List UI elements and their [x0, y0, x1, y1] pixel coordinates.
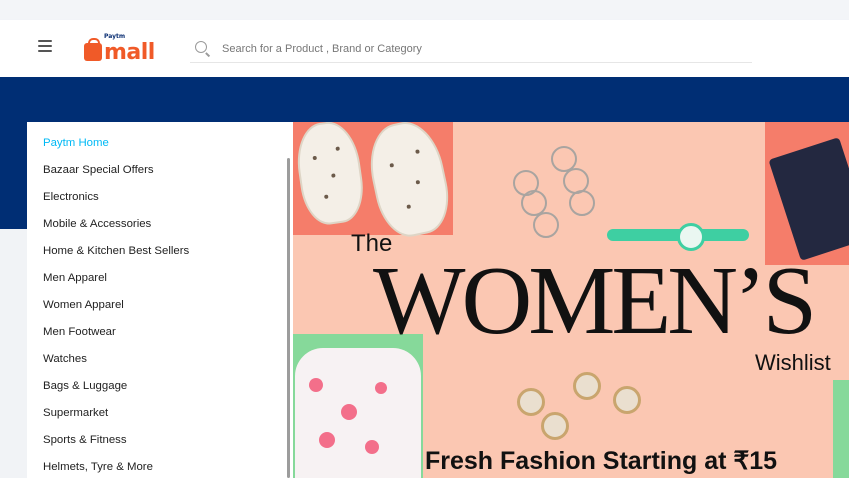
search-bar — [190, 34, 752, 63]
hamburger-menu-icon[interactable] — [38, 40, 52, 52]
menu-item-men-apparel[interactable]: Men Apparel — [43, 272, 107, 284]
site-header: mall Paytm — [0, 20, 849, 77]
logo-text: mall — [104, 40, 155, 65]
menu-item-women-apparel[interactable]: Women Apparel — [43, 299, 124, 311]
category-menu: Paytm Home Bazaar Special Offers Electro… — [27, 122, 294, 478]
search-input[interactable] — [220, 37, 744, 61]
menu-item-supermarket[interactable]: Supermarket — [43, 407, 108, 419]
menu-item-watches[interactable]: Watches — [43, 353, 87, 365]
banner-title-big: WOMEN’S — [373, 247, 817, 355]
banner-tile-green-right — [833, 380, 849, 478]
menu-item-home-kitchen[interactable]: Home & Kitchen Best Sellers — [43, 245, 189, 257]
earring-image — [533, 212, 559, 238]
menu-item-mobile-accessories[interactable]: Mobile & Accessories — [43, 218, 151, 230]
shopping-bag-icon — [84, 38, 102, 61]
promo-banner[interactable]: The WOMEN’S Wishlist Fresh Fashion Start… — [293, 122, 849, 478]
banner-offer-text: Fresh Fashion Starting at ₹15 — [425, 447, 778, 475]
menu-scrollbar[interactable] — [287, 158, 290, 478]
banner-subtitle: Wishlist — [755, 350, 831, 375]
stud-earring-image — [573, 372, 601, 400]
menu-item-helmets-tyre[interactable]: Helmets, Tyre & More — [43, 461, 153, 473]
menu-item-bags-luggage[interactable]: Bags & Luggage — [43, 380, 127, 392]
logo-prefix: Paytm — [104, 33, 126, 40]
menu-item-bazaar-special-offers[interactable]: Bazaar Special Offers — [43, 164, 154, 176]
menu-item-sports-fitness[interactable]: Sports & Fitness — [43, 434, 127, 446]
search-icon[interactable] — [195, 41, 207, 53]
menu-item-electronics[interactable]: Electronics — [43, 191, 99, 203]
stud-earring-image — [517, 388, 545, 416]
earring-image — [569, 190, 595, 216]
stud-earring-image — [613, 386, 641, 414]
stud-earring-image — [541, 412, 569, 440]
floral-shirt-image — [295, 348, 421, 478]
menu-item-paytm-home[interactable]: Paytm Home — [43, 137, 109, 149]
top-strip — [0, 0, 849, 20]
menu-item-men-footwear[interactable]: Men Footwear — [43, 326, 116, 338]
